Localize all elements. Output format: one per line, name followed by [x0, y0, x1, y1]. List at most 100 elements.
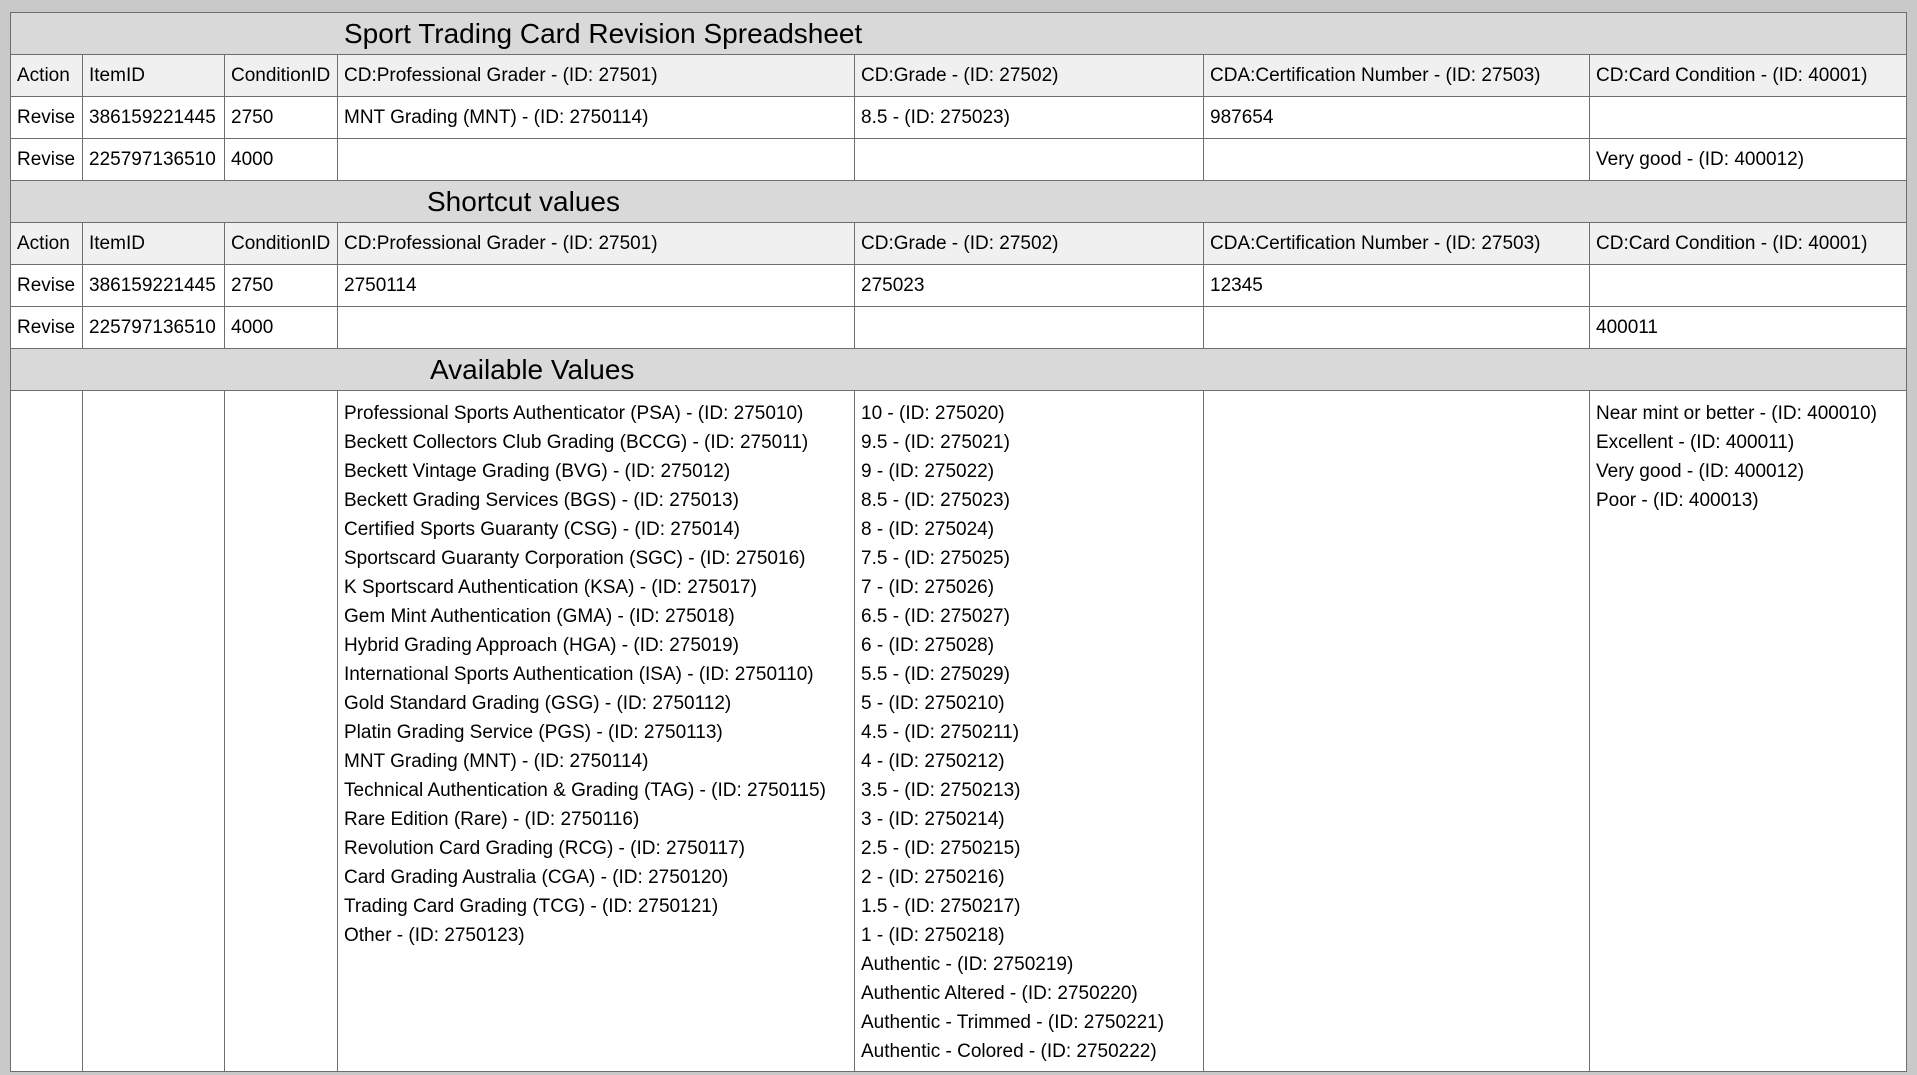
cell-professional-grader[interactable]: [337, 138, 855, 181]
header-row: Action ItemID ConditionID CD:Professiona…: [10, 54, 1908, 97]
header-cell-action[interactable]: Action: [10, 222, 83, 265]
cell-professional-grader[interactable]: 2750114: [337, 264, 855, 307]
grader-value-item: Trading Card Grading (TCG) - (ID: 275012…: [344, 896, 719, 917]
grade-value-item: 9 - (ID: 275022): [861, 461, 995, 482]
grade-value-item: 2 - (ID: 2750216): [861, 867, 1005, 888]
cell-card-condition[interactable]: [1588, 264, 1908, 307]
cell-professional-grader[interactable]: MNT Grading (MNT) - (ID: 2750114): [337, 96, 855, 139]
available-title: Available Values: [430, 354, 635, 385]
available-cell-certification-number[interactable]: [1203, 390, 1590, 1072]
available-cell-itemid[interactable]: [82, 390, 225, 1072]
cell-action[interactable]: Revise: [10, 96, 83, 139]
grader-value-item: Beckett Grading Services (BGS) - (ID: 27…: [344, 490, 739, 511]
grader-value-item: Professional Sports Authenticator (PSA) …: [344, 403, 804, 424]
grader-value-item: Certified Sports Guaranty (CSG) - (ID: 2…: [344, 519, 740, 540]
grade-value-item: Authentic - Colored - (ID: 2750222): [861, 1041, 1157, 1062]
spreadsheet: Sport Trading Card Revision Spreadsheet …: [9, 12, 1908, 1072]
grader-value-item: Beckett Vintage Grading (BVG) - (ID: 275…: [344, 461, 731, 482]
grade-value-item: 7.5 - (ID: 275025): [861, 548, 1010, 569]
cell-card-condition[interactable]: Very good - (ID: 400012): [1588, 138, 1908, 181]
title-cell[interactable]: Sport Trading Card Revision Spreadsheet: [9, 12, 1908, 55]
cell-grade[interactable]: 275023: [854, 264, 1204, 307]
header-cell-grade[interactable]: CD:Grade - (ID: 27502): [854, 222, 1204, 265]
grader-value-item: Technical Authentication & Grading (TAG)…: [344, 780, 826, 801]
grader-value-item: Revolution Card Grading (RCG) - (ID: 275…: [344, 838, 745, 859]
header-cell-itemid[interactable]: ItemID: [82, 54, 225, 97]
header-cell-grade[interactable]: CD:Grade - (ID: 27502): [854, 54, 1204, 97]
condition-value-item: Poor - (ID: 400013): [1596, 490, 1759, 511]
cell-itemid[interactable]: 386159221445: [82, 96, 225, 139]
grader-value-item: International Sports Authentication (ISA…: [344, 664, 814, 685]
cell-action[interactable]: Revise: [10, 138, 83, 181]
shortcut-title-cell[interactable]: Shortcut values: [9, 180, 1908, 223]
header-cell-certification-number[interactable]: CDA:Certification Number - (ID: 27503): [1203, 222, 1590, 265]
sheet-title: Sport Trading Card Revision Spreadsheet: [344, 18, 863, 49]
grader-value-item: Hybrid Grading Approach (HGA) - (ID: 275…: [344, 635, 739, 656]
cell-conditionid[interactable]: 2750: [224, 96, 338, 139]
cell-action[interactable]: Revise: [10, 306, 83, 349]
header-cell-card-condition[interactable]: CD:Card Condition - (ID: 40001): [1588, 54, 1908, 97]
grade-value-item: 3.5 - (ID: 2750213): [861, 780, 1021, 801]
cell-card-condition[interactable]: [1588, 96, 1908, 139]
grader-values-list: Professional Sports Authenticator (PSA) …: [344, 399, 848, 950]
header-cell-conditionid[interactable]: ConditionID: [224, 54, 338, 97]
grade-value-item: 6 - (ID: 275028): [861, 635, 995, 656]
available-title-row: Available Values: [9, 348, 1908, 391]
cell-grade[interactable]: [854, 306, 1204, 349]
cell-conditionid[interactable]: 4000: [224, 306, 338, 349]
grade-value-item: 8.5 - (ID: 275023): [861, 490, 1010, 511]
available-cell-action[interactable]: [10, 390, 83, 1072]
cell-card-condition[interactable]: 400011: [1588, 306, 1908, 349]
grade-value-item: 4 - (ID: 2750212): [861, 751, 1005, 772]
table-row: Revise 225797136510 4000 400011: [10, 306, 1908, 349]
cell-certification-number[interactable]: 12345: [1203, 264, 1590, 307]
grade-value-item: 6.5 - (ID: 275027): [861, 606, 1010, 627]
grade-value-item: 4.5 - (ID: 2750211): [861, 722, 1020, 743]
grade-value-item: 2.5 - (ID: 2750215): [861, 838, 1021, 859]
cell-action[interactable]: Revise: [10, 264, 83, 307]
available-cell-card-condition[interactable]: Near mint or better - (ID: 400010) Excell…: [1588, 390, 1908, 1072]
shortcut-header-row: Action ItemID ConditionID CD:Professiona…: [10, 222, 1908, 265]
grade-values-list: 10 - (ID: 275020) 9.5 - (ID: 275021) 9 - (…: [861, 399, 1197, 1066]
header-cell-card-condition[interactable]: CD:Card Condition - (ID: 40001): [1588, 222, 1908, 265]
condition-values-list: Near mint or better - (ID: 400010) Excell…: [1596, 399, 1900, 515]
available-cell-professional-grader[interactable]: Professional Sports Authenticator (PSA) …: [337, 390, 855, 1072]
available-title-cell[interactable]: Available Values: [9, 348, 1908, 391]
grade-value-item: Authentic - (ID: 2750219): [861, 954, 1074, 975]
grader-value-item: Card Grading Australia (CGA) - (ID: 2750…: [344, 867, 729, 888]
cell-conditionid[interactable]: 2750: [224, 264, 338, 307]
title-row: Sport Trading Card Revision Spreadsheet: [9, 12, 1908, 55]
header-cell-itemid[interactable]: ItemID: [82, 222, 225, 265]
cell-professional-grader[interactable]: [337, 306, 855, 349]
header-cell-action[interactable]: Action: [10, 54, 83, 97]
table-row: Revise 386159221445 2750 MNT Grading (MN…: [10, 96, 1908, 139]
shortcut-title-row: Shortcut values: [9, 180, 1908, 223]
header-cell-professional-grader[interactable]: CD:Professional Grader - (ID: 27501): [337, 54, 855, 97]
grade-value-item: 7 - (ID: 275026): [861, 577, 995, 598]
grade-value-item: 9.5 - (ID: 275021): [861, 432, 1010, 453]
available-cell-grade[interactable]: 10 - (ID: 275020) 9.5 - (ID: 275021) 9 - (…: [854, 390, 1204, 1072]
cell-grade[interactable]: [854, 138, 1204, 181]
table-row: Revise 386159221445 2750 2750114 275023 …: [10, 264, 1908, 307]
header-cell-certification-number[interactable]: CDA:Certification Number - (ID: 27503): [1203, 54, 1590, 97]
condition-value-item: Near mint or better - (ID: 400010): [1596, 403, 1877, 424]
cell-certification-number[interactable]: 987654: [1203, 96, 1590, 139]
grade-value-item: 5.5 - (ID: 275029): [861, 664, 1010, 685]
cell-certification-number[interactable]: [1203, 138, 1590, 181]
cell-grade[interactable]: 8.5 - (ID: 275023): [854, 96, 1204, 139]
grader-value-item: Beckett Collectors Club Grading (BCCG) -…: [344, 432, 809, 453]
available-values-row: Professional Sports Authenticator (PSA) …: [10, 390, 1908, 1072]
cell-itemid[interactable]: 225797136510: [82, 306, 225, 349]
header-cell-conditionid[interactable]: ConditionID: [224, 222, 338, 265]
condition-value-item: Very good - (ID: 400012): [1596, 461, 1805, 482]
grader-value-item: Rare Edition (Rare) - (ID: 2750116): [344, 809, 640, 830]
available-cell-conditionid[interactable]: [224, 390, 338, 1072]
cell-itemid[interactable]: 386159221445: [82, 264, 225, 307]
grade-value-item: 1 - (ID: 2750218): [861, 925, 1005, 946]
revision-table: Sport Trading Card Revision Spreadsheet …: [9, 12, 1908, 1072]
cell-conditionid[interactable]: 4000: [224, 138, 338, 181]
cell-itemid[interactable]: 225797136510: [82, 138, 225, 181]
header-cell-professional-grader[interactable]: CD:Professional Grader - (ID: 27501): [337, 222, 855, 265]
cell-certification-number[interactable]: [1203, 306, 1590, 349]
grader-value-item: Other - (ID: 2750123): [344, 925, 525, 946]
